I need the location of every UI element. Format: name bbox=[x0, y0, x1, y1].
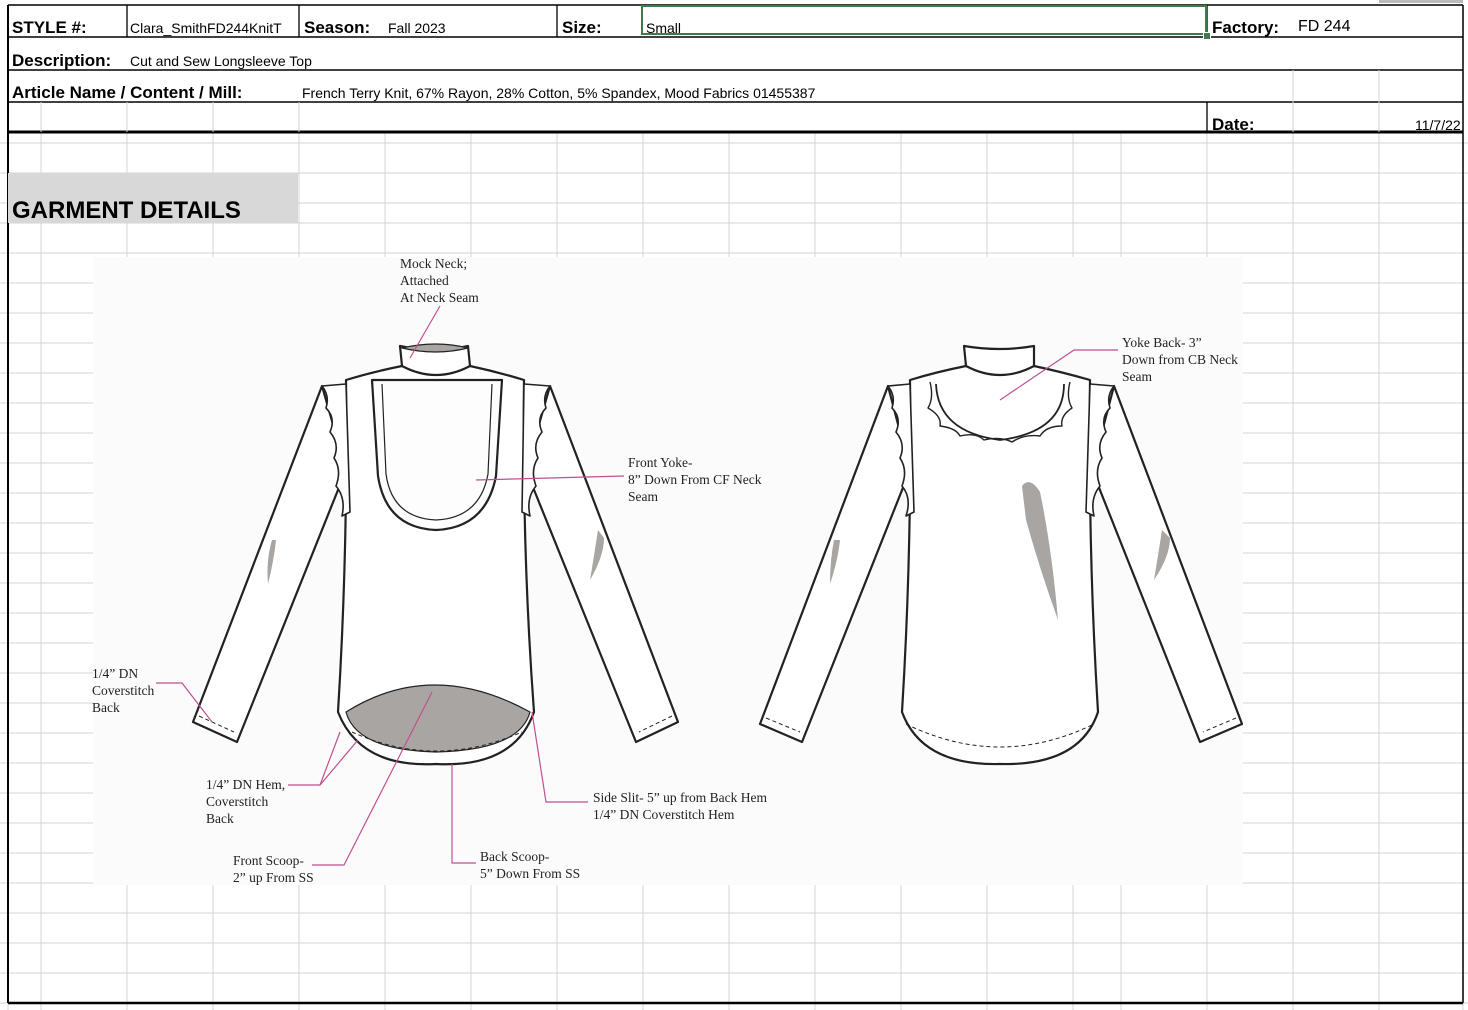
callout-coverstitch-back: 1/4” DN Coverstitch Back bbox=[92, 666, 155, 715]
season-label: Season: bbox=[304, 18, 371, 37]
callout-hem: 1/4” DN Hem, Coverstitch Back bbox=[206, 777, 286, 826]
factory-label: Factory: bbox=[1212, 18, 1280, 37]
front-view-sketch bbox=[191, 343, 680, 766]
date-label: Date: bbox=[1212, 115, 1255, 134]
back-right-sleeve bbox=[1090, 384, 1243, 744]
leader-side-slit bbox=[531, 711, 588, 803]
size-label: Size: bbox=[562, 18, 602, 37]
fill-handle[interactable] bbox=[1203, 32, 1211, 40]
description-label: Description: bbox=[12, 51, 112, 70]
garment-sketch-image[interactable]: Mock Neck; Attached At Neck Seam Front Y… bbox=[92, 256, 1243, 885]
section-title: GARMENT DETAILS bbox=[12, 197, 241, 224]
callout-back-scoop: Back Scoop- 5” Down From SS bbox=[480, 849, 581, 881]
callout-front-scoop: Front Scoop- 2” up From SS bbox=[233, 853, 314, 885]
back-view-sketch bbox=[758, 344, 1243, 766]
callout-side-slit: Side Slit- 5” up from Back Hem 1/4” DN C… bbox=[593, 790, 767, 822]
back-neck-collar bbox=[962, 344, 1036, 376]
front-right-sleeve bbox=[524, 384, 680, 744]
article-label: Article Name / Content / Mill: bbox=[12, 83, 243, 102]
callout-front-yoke: Front Yoke- 8” Down From CF Neck Seam bbox=[628, 455, 762, 504]
style-value-cell[interactable]: Clara_SmithFD244KnitT bbox=[130, 21, 282, 35]
style-label: STYLE #: bbox=[12, 18, 87, 37]
description-value-cell[interactable]: Cut and Sew Longsleeve Top bbox=[130, 54, 312, 68]
callout-mock-neck: Mock Neck; Attached At Neck Seam bbox=[400, 256, 479, 305]
season-value-cell[interactable]: Fall 2023 bbox=[388, 21, 446, 35]
back-body bbox=[900, 364, 1100, 766]
front-yoke bbox=[370, 378, 504, 532]
article-value-cell[interactable]: French Terry Knit, 67% Rayon, 28% Cotton… bbox=[302, 86, 815, 100]
factory-value-cell[interactable]: FD 244 bbox=[1298, 19, 1350, 35]
leader-back-scoop bbox=[451, 764, 476, 864]
leader-hem bbox=[288, 731, 359, 786]
active-cell-selection[interactable] bbox=[641, 5, 1207, 35]
callout-yoke-back: Yoke Back- 3” Down from CB Neck Seam bbox=[1122, 335, 1238, 384]
date-value-cell[interactable]: 11/7/22 bbox=[1415, 118, 1461, 132]
